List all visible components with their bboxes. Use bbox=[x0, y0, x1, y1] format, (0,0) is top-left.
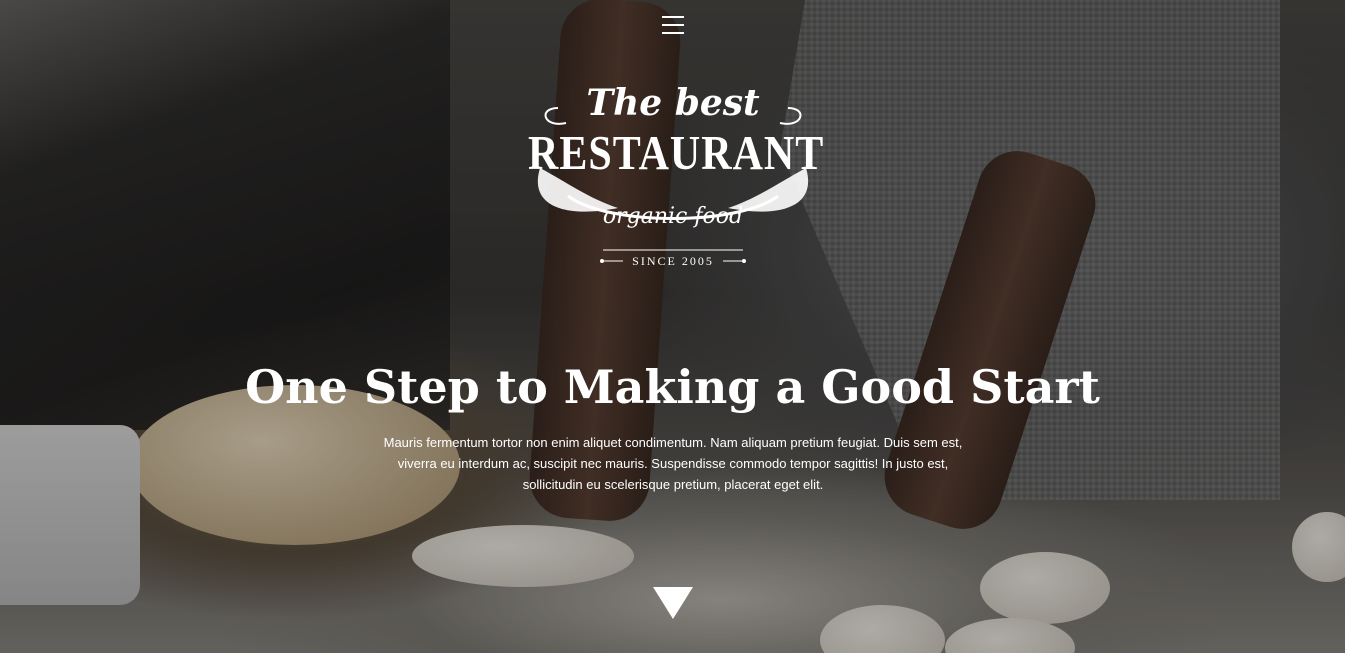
hamburger-menu-icon[interactable] bbox=[662, 16, 684, 34]
logo-script-text: The best bbox=[586, 82, 760, 124]
triangle-down-icon[interactable] bbox=[653, 587, 693, 619]
restaurant-logo[interactable]: The best RESTAURANT organic food SINCE 2… bbox=[528, 78, 825, 273]
logo-since-text: SINCE 2005 bbox=[632, 254, 714, 268]
logo-main-text: RESTAURANT bbox=[528, 127, 825, 181]
menu-line bbox=[662, 24, 684, 26]
menu-line bbox=[662, 16, 684, 18]
logo-sub-text: organic food bbox=[602, 204, 744, 229]
hero-lead-text: Mauris fermentum tortor non enim aliquet… bbox=[383, 435, 963, 492]
menu-line bbox=[662, 32, 684, 34]
hero-content: The best RESTAURANT organic food SINCE 2… bbox=[0, 0, 1345, 653]
hero-headline: One Step to Making a Good Start bbox=[245, 360, 1100, 414]
